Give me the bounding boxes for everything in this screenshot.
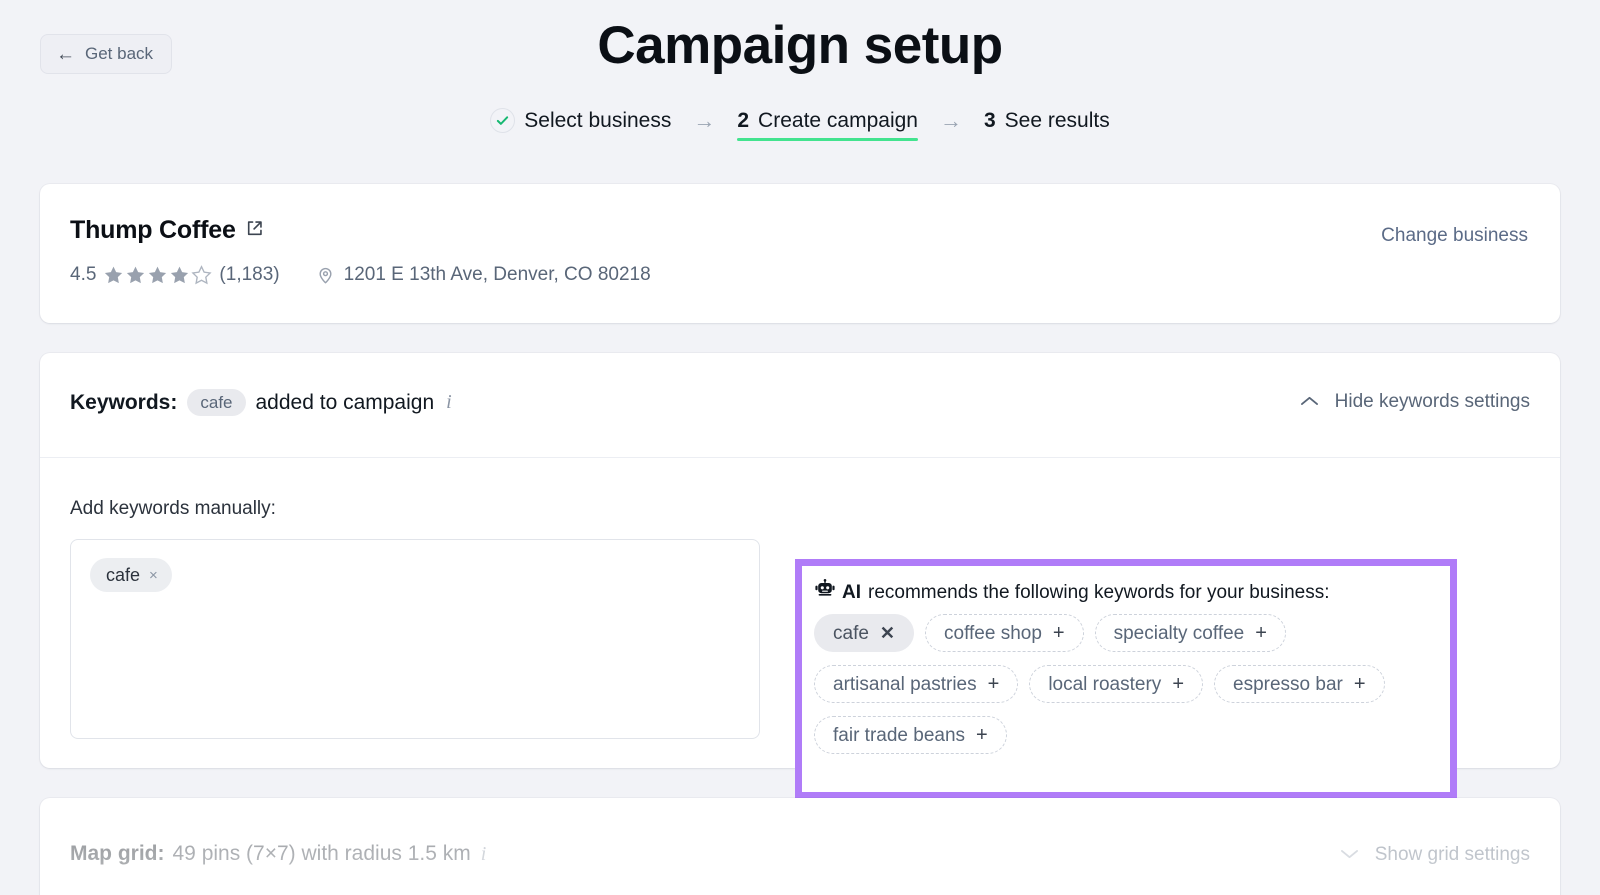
show-grid-settings-toggle[interactable]: Show grid settings: [1340, 844, 1530, 866]
ai-keyword-chips: cafe ✕ coffee shop + specialty coffee + …: [814, 614, 1440, 754]
keyword-token[interactable]: cafe ×: [90, 558, 172, 592]
plus-icon: +: [988, 674, 1000, 694]
step-number: 3: [984, 109, 996, 133]
ai-headline-text: recommends the following keywords for yo…: [868, 582, 1329, 604]
ai-badge: AI: [842, 582, 861, 604]
keywords-body: Add keywords manually: cafe ×: [40, 458, 1560, 768]
map-grid-label: Map grid:: [70, 842, 165, 866]
chevron-down-icon: [1340, 844, 1359, 866]
ai-chip-label: espresso bar: [1233, 675, 1343, 694]
keywords-title: Keywords: cafe added to campaign i: [70, 389, 452, 416]
keywords-label: Keywords:: [70, 391, 177, 415]
hide-keywords-settings-toggle[interactable]: Hide keywords settings: [1300, 391, 1530, 413]
business-card: Thump Coffee 4.5 (1,183): [40, 184, 1560, 323]
show-grid-settings-label: Show grid settings: [1375, 844, 1530, 866]
ai-headline: AI recommends the following keywords for…: [815, 579, 1329, 606]
ai-chip-label: local roastery: [1048, 675, 1161, 694]
business-meta: 4.5 (1,183) 1201 E 13th Ave, Denver, CO …: [70, 264, 651, 286]
chevron-up-icon: [1300, 391, 1319, 413]
step-label: Create campaign: [758, 109, 918, 133]
rating-stars: [103, 265, 212, 286]
keywords-title-suffix: added to campaign: [256, 391, 435, 415]
ai-recommendations-panel: AI recommends the following keywords for…: [795, 559, 1457, 799]
review-count: (1,183): [219, 264, 279, 286]
plus-icon: +: [1172, 674, 1184, 694]
ai-chip-label: cafe: [833, 624, 869, 643]
step-select-business[interactable]: Select business: [490, 108, 671, 141]
ai-chip-artisanal-pastries[interactable]: artisanal pastries +: [814, 665, 1018, 703]
address-text: 1201 E 13th Ave, Denver, CO 80218: [344, 264, 651, 286]
keyword-token-label: cafe: [106, 566, 140, 584]
active-step-underline: [737, 138, 918, 141]
plus-icon: +: [1354, 674, 1366, 694]
step-see-results[interactable]: 3 See results: [984, 109, 1110, 141]
campaign-setup-page: ← Get back Campaign setup Select busines…: [0, 0, 1600, 895]
ai-chip-specialty-coffee[interactable]: specialty coffee +: [1095, 614, 1286, 652]
step-label: See results: [1005, 109, 1110, 133]
keywords-header: Keywords: cafe added to campaign i Hide …: [40, 353, 1560, 458]
plus-icon: +: [1053, 623, 1065, 643]
business-name-row: Thump Coffee: [70, 216, 264, 245]
rating-value: 4.5: [70, 264, 96, 286]
ai-chip-label: fair trade beans: [833, 726, 965, 745]
step-number: 2: [737, 109, 749, 133]
ai-chip-local-roastery[interactable]: local roastery +: [1029, 665, 1203, 703]
map-grid-value: 49 pins (7×7) with radius 1.5 km: [173, 842, 471, 866]
info-icon[interactable]: i: [446, 391, 452, 414]
ai-chip-coffee-shop[interactable]: coffee shop +: [925, 614, 1084, 652]
close-icon[interactable]: ×: [149, 568, 158, 583]
step-separator-icon: →: [693, 110, 715, 140]
ai-chip-label: coffee shop: [944, 624, 1042, 643]
hide-keywords-settings-label: Hide keywords settings: [1335, 391, 1530, 413]
ai-chip-fair-trade-beans[interactable]: fair trade beans +: [814, 716, 1007, 754]
info-icon[interactable]: i: [481, 843, 487, 866]
plus-icon: +: [1255, 623, 1267, 643]
step-create-campaign[interactable]: 2 Create campaign: [737, 109, 918, 141]
ai-chip-label: artisanal pastries: [833, 675, 977, 694]
plus-icon: +: [976, 725, 988, 745]
stepper: Select business → 2 Create campaign → 3 …: [0, 108, 1600, 141]
step-separator-icon: →: [940, 110, 962, 140]
keywords-card: Keywords: cafe added to campaign i Hide …: [40, 353, 1560, 768]
ai-chip-label: specialty coffee: [1114, 624, 1245, 643]
ai-chip-espresso-bar[interactable]: espresso bar +: [1214, 665, 1385, 703]
map-grid-content: Map grid: 49 pins (7×7) with radius 1.5 …: [40, 798, 1560, 895]
check-icon: [490, 108, 515, 133]
close-icon: ✕: [880, 624, 895, 642]
robot-icon: [815, 579, 835, 606]
keywords-active-chip: cafe: [187, 389, 245, 416]
add-keywords-manually-label: Add keywords manually:: [70, 498, 276, 520]
change-business-link[interactable]: Change business: [1381, 225, 1528, 247]
step-label: Select business: [524, 109, 671, 133]
business-address: 1201 E 13th Ave, Denver, CO 80218: [316, 264, 651, 286]
map-grid-card: Map grid: 49 pins (7×7) with radius 1.5 …: [40, 798, 1560, 895]
page-title: Campaign setup: [0, 15, 1600, 76]
business-name: Thump Coffee: [70, 216, 236, 245]
map-pin-icon: [316, 266, 335, 285]
map-grid-title: Map grid: 49 pins (7×7) with radius 1.5 …: [70, 842, 486, 866]
ai-chip-cafe[interactable]: cafe ✕: [814, 614, 914, 652]
keywords-input[interactable]: cafe ×: [70, 539, 760, 739]
external-link-icon[interactable]: [245, 219, 264, 243]
